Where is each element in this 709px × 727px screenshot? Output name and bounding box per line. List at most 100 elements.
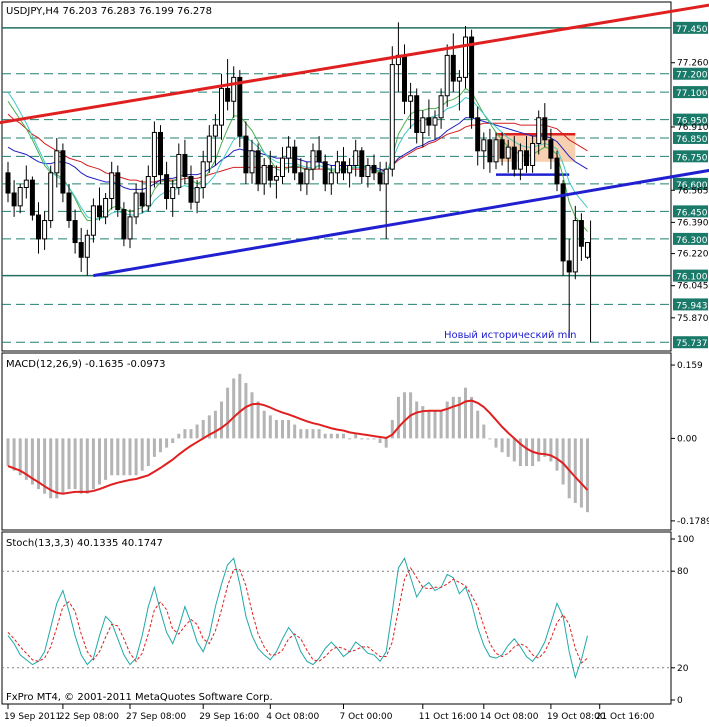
macd-histogram-bar [134,438,138,476]
macd-histogram-bar [573,438,577,503]
candle-body [524,150,529,166]
stoch-tick-label: 0 [677,696,683,706]
macd-histogram-bar [335,433,339,439]
macd-histogram-bar [482,424,486,439]
stoch-signal-line [7,566,588,664]
macd-histogram-bar [281,419,284,439]
candle-body [219,87,224,126]
candle-body [127,216,133,240]
candle-body [487,139,493,163]
macd-tick-label: -0.1789 [677,517,709,527]
candle-body [151,131,157,177]
candle-body [5,172,11,194]
candle-body [292,146,298,174]
candle-body [194,187,200,203]
candle-body [286,146,292,159]
mt4-chart-window: 77.450 77.260 77.200 77.100 76.950 76.910 76.8… [0,0,709,723]
macd-histogram-bar [415,401,419,439]
time-tick-label: 11 Oct 16:00 [419,712,478,722]
macd-tick-label: 0.00 [677,434,697,444]
macd-histogram-bar [488,438,492,440]
stoch-tick-label: 80 [677,567,689,577]
macd-histogram-bar [470,396,474,439]
candle-body [48,172,54,222]
macd-histogram-bar [299,429,303,439]
macd-histogram-bar [579,438,583,508]
macd-histogram-bar [12,438,16,471]
macd-histogram-bar [6,438,10,467]
macd-histogram-bar [494,438,498,448]
candle-body [139,192,145,207]
candle-body [359,150,365,178]
stoch-plot [2,557,671,680]
macd-histogram-bar [323,433,327,439]
level-label: 76.450 [676,208,708,218]
level-label: 76.750 [676,153,708,163]
candle-body [182,153,188,178]
candle-body [438,95,444,119]
macd-histogram-bar [262,410,266,439]
candle-body [493,139,499,163]
copyright-footer: FxPro MT4, © 2001-2011 MetaQuotes Softwa… [6,692,273,703]
chart-svg: 77.45077.26077.20077.10076.95076.91076.8… [0,1,709,722]
stoch-tick-label: 20 [677,664,689,674]
candle-body [316,150,322,163]
candle-body [36,214,41,240]
candle-body [145,176,151,207]
candle-body [90,205,96,236]
candle-body [572,220,578,273]
candle-body [554,157,560,185]
candle-body [84,234,90,258]
macd-histogram-bar [360,438,364,440]
macd-histogram-bar [348,438,352,440]
candle-body [322,161,328,185]
candle-body [298,172,304,185]
macd-histogram-bar [396,396,400,439]
macd-axis: 0.159 0.00 -0.1789 [671,361,709,527]
candle-body [511,146,517,170]
trend-line [0,3,709,125]
candle-body [188,176,194,203]
macd-histogram-bar [122,438,126,476]
macd-histogram-bar [232,378,236,439]
candle-body [17,187,23,207]
price-tick-label: 76.910 [677,123,709,133]
candle-body [115,172,121,211]
time-tick-label: 19 Sep 2011 [4,712,61,722]
macd-histogram-bar [61,438,65,494]
candle-body [432,117,438,126]
macd-histogram-bar [128,438,132,476]
macd-histogram-bar [451,396,455,439]
macd-histogram-bar [73,438,77,490]
price-tick-label: 76.390 [677,218,709,228]
candle-body [347,164,353,174]
macd-histogram-bar [91,438,95,490]
macd-histogram-bar [372,438,376,440]
macd-histogram-bar [366,438,370,440]
candle-body [383,168,389,185]
price-tick-label: 76.565 [677,186,709,196]
candle-body [121,209,127,240]
time-tick-label: 21 Oct 16:00 [596,712,655,722]
macd-histogram-bar [220,401,223,439]
macd-histogram-bar [146,438,150,467]
candle-body [42,220,48,240]
candle-body [463,36,468,78]
candle-body [414,95,420,133]
macd-histogram-bar [317,429,321,439]
stoch-title: Stoch(13,3,3) 40.1335 40.1747 [6,538,163,549]
candle-body [231,76,237,102]
candle-body [365,164,371,178]
candle-body [481,139,487,152]
candle-body [334,161,340,174]
price-plot [0,3,709,343]
candle-body [66,192,72,222]
macd-histogram-bar [110,438,114,476]
time-axis: 19 Sep 201122 Sep 08:00 27 Sep 08:00 29 Se… [4,704,655,722]
candle-body [60,150,66,194]
price-tick-label: 76.220 [677,250,709,260]
candle-body [420,117,426,133]
macd-histogram-bar [506,438,510,457]
candle-body [225,87,231,102]
candle-body [444,54,450,97]
